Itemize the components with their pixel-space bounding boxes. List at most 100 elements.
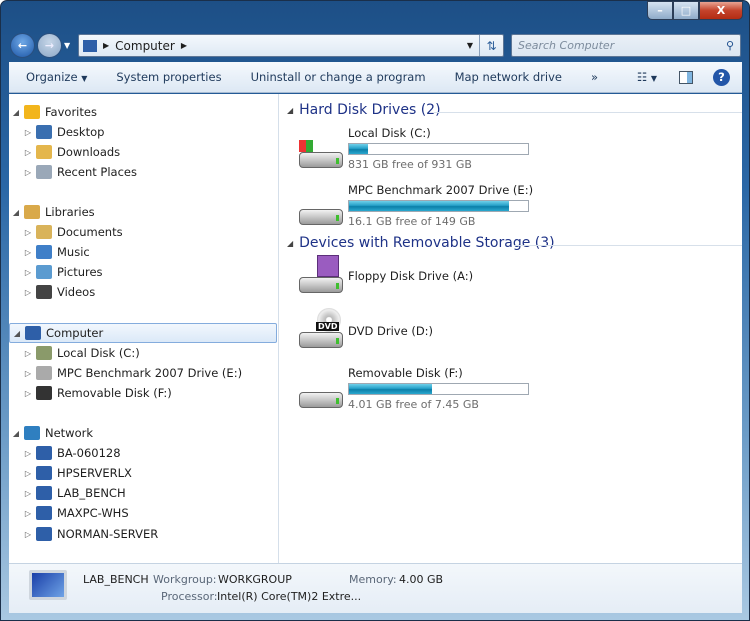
- computer-large-icon: [29, 570, 67, 600]
- capacity-bar: [348, 200, 529, 212]
- sidebar-item-recent-places[interactable]: ▷ Recent Places: [9, 162, 277, 182]
- expand-arrow-icon[interactable]: ▷: [23, 530, 33, 539]
- sidebar-item-videos[interactable]: ▷ Videos: [9, 282, 277, 302]
- sidebar-item-hpserverlx[interactable]: ▷ HPSERVERLX: [9, 463, 277, 483]
- expand-arrow-icon[interactable]: ▷: [23, 469, 33, 478]
- expand-arrow-icon[interactable]: ▷: [23, 228, 33, 237]
- breadcrumb-arrow-icon[interactable]: ▶: [103, 41, 109, 50]
- sidebar-item-desktop[interactable]: ▷ Desktop: [9, 122, 277, 142]
- sidebar-item-label: MAXPC-WHS: [57, 506, 129, 520]
- collapse-arrow-icon[interactable]: ◢: [287, 239, 293, 248]
- collapse-arrow-icon[interactable]: ◢: [11, 429, 21, 438]
- expand-arrow-icon[interactable]: ▷: [23, 268, 33, 277]
- minimize-button[interactable]: –: [647, 1, 673, 20]
- organize-button[interactable]: Organize ▼: [26, 70, 87, 84]
- sidebar-item-lab-bench[interactable]: ▷ LAB_BENCH: [9, 483, 277, 503]
- computer-icon: [83, 39, 97, 52]
- sidebar-item-norman-server[interactable]: ▷ NORMAN-SERVER: [9, 524, 277, 544]
- sidebar-item-downloads[interactable]: ▷ Downloads: [9, 142, 277, 162]
- sidebar-item-network[interactable]: ◢ Network: [9, 423, 277, 443]
- drive-name: DVD Drive (D:): [348, 324, 434, 338]
- drive-item[interactable]: Removable Disk (F:) 4.01 GB free of 7.45…: [297, 366, 529, 411]
- expand-arrow-icon[interactable]: ▷: [23, 489, 33, 498]
- processor-value: Intel(R) Core(TM)2 Extre...: [217, 590, 362, 603]
- drive-name: Floppy Disk Drive (A:): [348, 269, 474, 283]
- expand-arrow-icon[interactable]: ▷: [23, 128, 33, 137]
- sidebar-item-pictures[interactable]: ▷ Pictures: [9, 262, 277, 282]
- details-pane: LAB_BENCH Workgroup: WORKGROUP Memory: 4…: [9, 563, 742, 613]
- sidebar-item-mpc-benchmark-2007-drive-e[interactable]: ▷ MPC Benchmark 2007 Drive (E:): [9, 363, 277, 383]
- sidebar-item-computer[interactable]: ◢ Computer: [9, 323, 277, 343]
- uninstall-program-button[interactable]: Uninstall or change a program: [251, 70, 426, 84]
- videos-icon: [36, 285, 52, 299]
- sidebar-item-label: Computer: [46, 326, 104, 340]
- computer-icon: [25, 326, 41, 340]
- collapse-arrow-icon[interactable]: ◢: [12, 329, 22, 338]
- recent-pages-dropdown-icon[interactable]: ▼: [64, 41, 70, 50]
- group-header[interactable]: ◢ Devices with Removable Storage (3): [287, 235, 555, 251]
- sidebar-item-documents[interactable]: ▷ Documents: [9, 222, 277, 242]
- expand-arrow-icon[interactable]: ▷: [23, 389, 33, 398]
- search-input[interactable]: Search Computer ⚲: [511, 34, 741, 57]
- hard-drive-icon: [297, 191, 345, 227]
- capacity-bar-fill: [349, 144, 369, 154]
- expand-arrow-icon[interactable]: ▷: [23, 148, 33, 157]
- drive-item[interactable]: Local Disk (C:) 831 GB free of 931 GB: [297, 126, 529, 171]
- refresh-button[interactable]: ⇅: [479, 35, 503, 56]
- caption-buttons: – □ X: [647, 1, 743, 20]
- drive-item[interactable]: DVD DVD Drive (D:): [297, 308, 434, 350]
- drive-item[interactable]: Floppy Disk Drive (A:): [297, 255, 474, 295]
- expand-arrow-icon[interactable]: ▷: [23, 288, 33, 297]
- collapse-arrow-icon[interactable]: ◢: [11, 108, 21, 117]
- sidebar-item-favorites[interactable]: ◢ Favorites: [9, 102, 277, 122]
- sidebar-item-label: Videos: [57, 285, 96, 299]
- local-disk-icon: [36, 346, 52, 360]
- help-button[interactable]: ?: [713, 68, 730, 86]
- map-network-drive-button[interactable]: Map network drive: [455, 70, 562, 84]
- drive-name: MPC Benchmark 2007 Drive (E:): [348, 183, 534, 197]
- preview-pane-button[interactable]: [679, 70, 693, 84]
- expand-arrow-icon[interactable]: ▷: [23, 369, 33, 378]
- breadcrumb-arrow-icon[interactable]: ▶: [181, 41, 187, 50]
- expand-arrow-icon[interactable]: ▷: [23, 449, 33, 458]
- expand-arrow-icon[interactable]: ▷: [23, 349, 33, 358]
- sidebar-item-label: BA-060128: [57, 446, 121, 460]
- collapse-arrow-icon[interactable]: ◢: [287, 106, 293, 115]
- sidebar-item-removable-disk-f[interactable]: ▷ Removable Disk (F:): [9, 383, 277, 403]
- sidebar-item-label: NORMAN-SERVER: [57, 527, 159, 541]
- drive-item[interactable]: MPC Benchmark 2007 Drive (E:) 16.1 GB fr…: [297, 183, 533, 228]
- group-header[interactable]: ◢ Hard Disk Drives (2): [287, 102, 441, 118]
- expand-arrow-icon[interactable]: ▷: [23, 509, 33, 518]
- collapse-arrow-icon[interactable]: ◢: [11, 208, 21, 217]
- navigation-buttons: ← → ▼: [10, 33, 70, 58]
- breadcrumb-computer[interactable]: Computer: [115, 39, 175, 53]
- sidebar-item-music[interactable]: ▷ Music: [9, 242, 277, 262]
- dvd-label: DVD: [316, 322, 340, 331]
- sidebar-item-maxpc-whs[interactable]: ▷ MAXPC-WHS: [9, 503, 277, 523]
- sidebar-item-ba-060128[interactable]: ▷ BA-060128: [9, 443, 277, 463]
- sidebar-item-label: MPC Benchmark 2007 Drive (E:): [57, 366, 243, 380]
- content-pane: ◢ Hard Disk Drives (2) Local Disk (C:) 83…: [279, 94, 742, 563]
- memory-label: Memory:: [349, 573, 397, 586]
- change-view-button[interactable]: ☷ ▼: [637, 70, 657, 84]
- sidebar-item-libraries[interactable]: ◢ Libraries: [9, 202, 277, 222]
- search-icon[interactable]: ⚲: [726, 39, 734, 52]
- maximize-button[interactable]: □: [673, 1, 699, 20]
- command-bar: Organize ▼ System properties Uninstall o…: [9, 62, 742, 93]
- address-history-dropdown-icon[interactable]: ▼: [467, 41, 479, 50]
- free-space-text: 831 GB free of 931 GB: [348, 158, 472, 171]
- removable-disk-icon: [36, 386, 52, 400]
- sidebar-item-label: HPSERVERLX: [57, 466, 132, 480]
- libraries-icon: [24, 205, 40, 219]
- sidebar-item-local-disk-c[interactable]: ▷ Local Disk (C:): [9, 343, 277, 363]
- more-commands-button[interactable]: »: [591, 70, 598, 84]
- sidebar-item-label: Music: [57, 245, 90, 259]
- system-properties-button[interactable]: System properties: [116, 70, 221, 84]
- forward-button[interactable]: →: [37, 33, 62, 58]
- back-button[interactable]: ←: [10, 33, 35, 58]
- expand-arrow-icon[interactable]: ▷: [23, 168, 33, 177]
- address-bar[interactable]: ▶ Computer ▶ ▼ ⇅: [78, 34, 504, 57]
- close-button[interactable]: X: [699, 1, 743, 20]
- documents-icon: [36, 225, 52, 239]
- expand-arrow-icon[interactable]: ▷: [23, 248, 33, 257]
